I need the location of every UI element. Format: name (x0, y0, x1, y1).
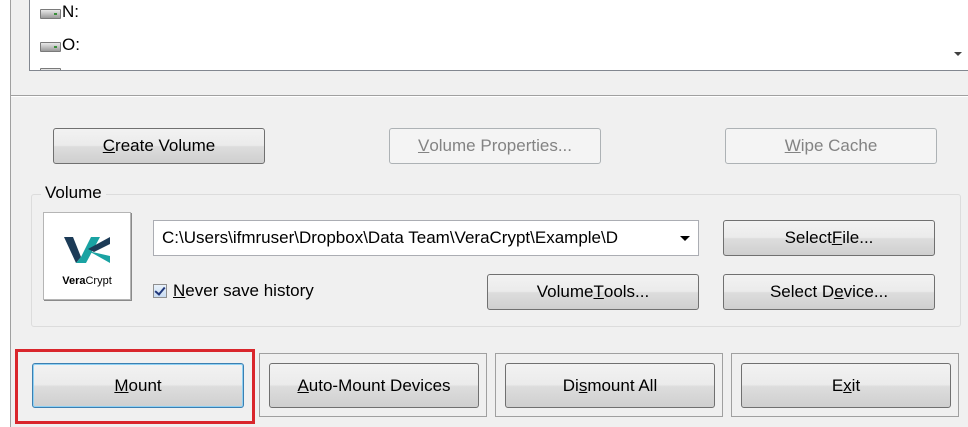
logo-wordmark: VeraCrypt (62, 275, 112, 287)
drive-row-partial (40, 60, 62, 70)
auto-mount-devices-button[interactable]: Auto-Mount Devices (269, 363, 479, 408)
scroll-down-arrow-icon[interactable] (954, 52, 962, 56)
drive-letter: N: (62, 2, 79, 21)
volume-properties-button[interactable]: Volume Properties... (389, 128, 601, 164)
separator (11, 95, 968, 97)
drive-icon (40, 39, 61, 52)
veracrypt-logo[interactable]: VeraCrypt (43, 212, 131, 300)
drive-row-n[interactable]: N: (40, 1, 79, 23)
drive-list-scrollbar[interactable] (946, 0, 968, 70)
volume-group-label: Volume (41, 183, 106, 203)
drive-list[interactable]: N: O: (29, 0, 968, 71)
volume-tools-button[interactable]: Volume Tools... (487, 274, 699, 310)
wipe-cache-button[interactable]: Wipe Cache (725, 128, 937, 164)
select-file-button[interactable]: Select File... (723, 220, 935, 256)
drive-icon (40, 6, 61, 19)
never-save-history-checkbox[interactable]: Never save history (153, 281, 314, 301)
volume-path-combobox[interactable]: C:\Users\ifmruser\Dropbox\Data Team\Vera… (153, 220, 699, 256)
drive-icon (40, 65, 61, 70)
drive-letter: O: (62, 35, 80, 54)
select-device-button[interactable]: Select De vice... (723, 274, 935, 310)
checkmark-icon (154, 284, 166, 296)
exit-button[interactable]: Ex it (741, 363, 951, 408)
volume-path-text[interactable]: C:\Users\ifmruser\Dropbox\Data Team\Vera… (162, 228, 672, 248)
never-save-history-label: Never save history (173, 281, 314, 300)
mount-button[interactable]: Mount (32, 363, 244, 408)
dismount-all-button[interactable]: Di s mount All (505, 363, 715, 408)
checkbox-box[interactable] (153, 284, 167, 298)
chevron-down-icon[interactable] (680, 236, 690, 241)
veracrypt-main-window: N: O: Create Volume Volume Properties...… (10, 0, 968, 427)
create-volume-button[interactable]: Create Volume (53, 128, 265, 164)
veracrypt-logo-icon (64, 237, 110, 263)
drive-row-o[interactable]: O: (40, 34, 80, 56)
